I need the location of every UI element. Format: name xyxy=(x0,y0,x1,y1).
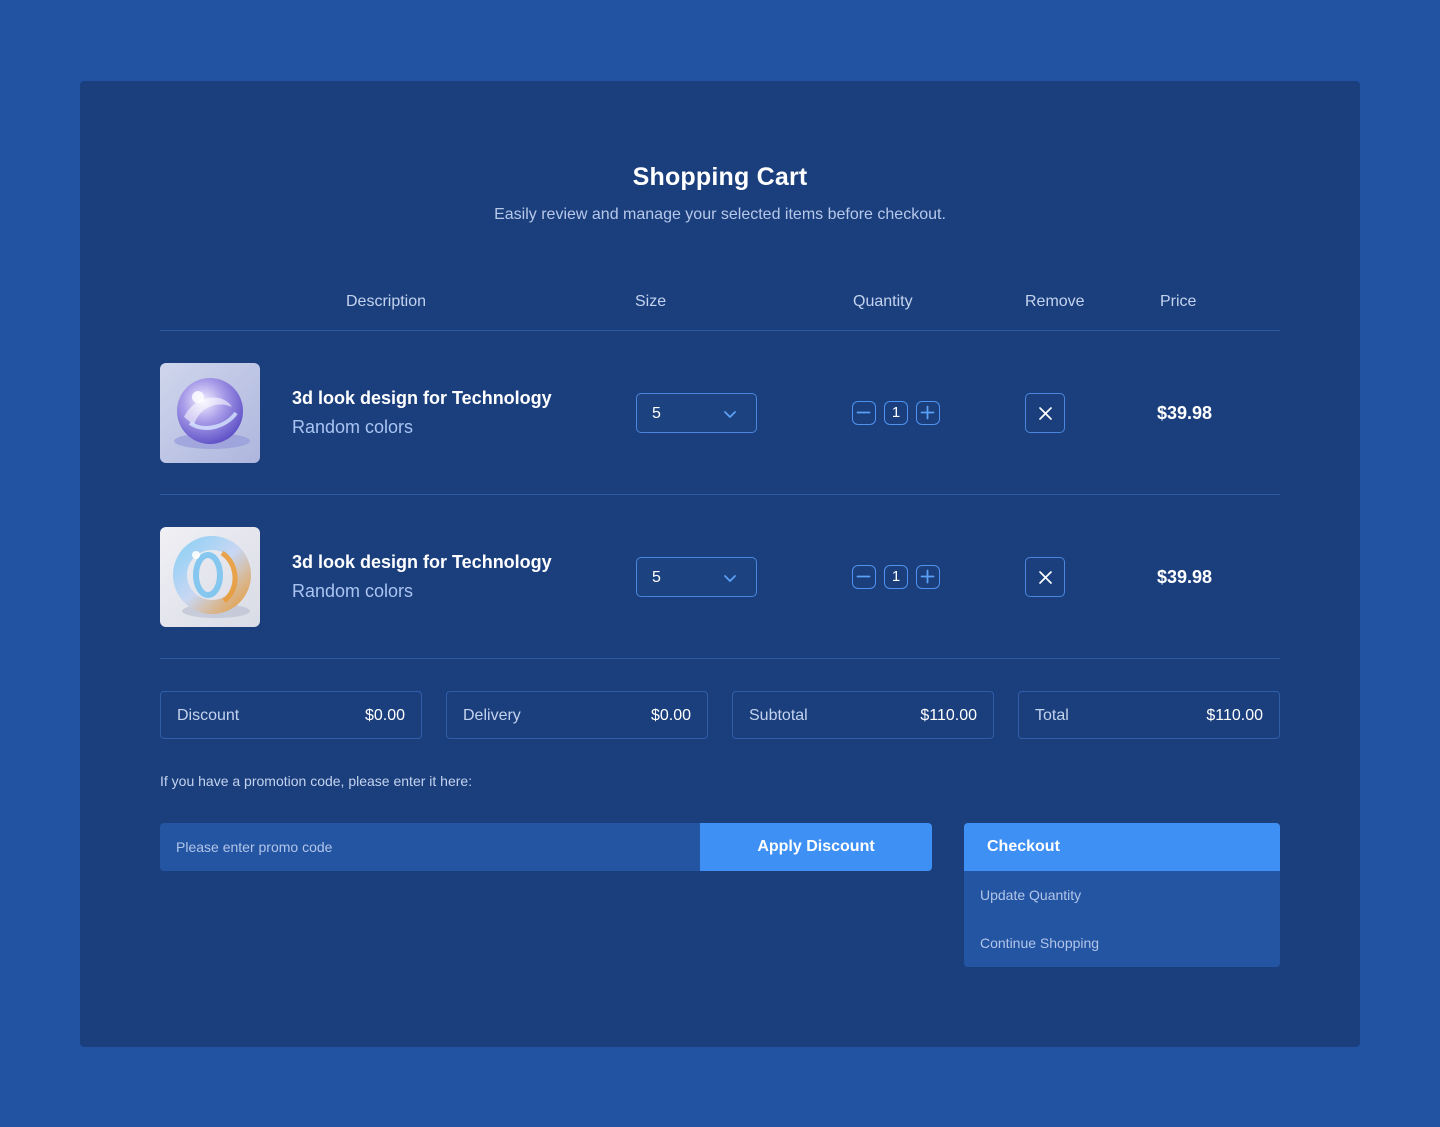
apply-discount-button[interactable]: Apply Discount xyxy=(700,823,932,871)
size-select-value: 5 xyxy=(652,405,661,422)
discount-summary: Discount $0.00 xyxy=(160,691,422,739)
subtotal-summary: Subtotal $110.00 xyxy=(732,691,994,739)
column-header-price: Price xyxy=(1160,293,1197,310)
product-variant: Random colors xyxy=(292,417,414,437)
increase-quantity-button[interactable] xyxy=(916,401,940,425)
close-icon xyxy=(1039,407,1052,420)
promo-prompt: If you have a promotion code, please ent… xyxy=(160,773,473,789)
total-summary: Total $110.00 xyxy=(1018,691,1280,739)
plus-icon xyxy=(920,569,935,584)
minus-icon xyxy=(856,411,871,414)
delivery-summary: Delivery $0.00 xyxy=(446,691,708,739)
update-quantity-link[interactable]: Update Quantity xyxy=(980,887,1081,903)
minus-icon xyxy=(856,575,871,578)
column-header-size: Size xyxy=(635,293,667,310)
product-name: 3d look design for Technology xyxy=(292,388,552,408)
column-header-description: Description xyxy=(346,293,427,310)
chevron-down-icon xyxy=(724,575,736,582)
item-price: $39.98 xyxy=(1157,403,1213,423)
cart-item-row: 3d look design for Technology Random col… xyxy=(160,331,1280,495)
cart-actions-panel: Checkout Update Quantity Continue Shoppi… xyxy=(964,823,1280,967)
quantity-value[interactable]: 1 xyxy=(884,565,908,589)
page-subtitle: Easily review and manage your selected i… xyxy=(494,206,946,223)
glass-ring-image xyxy=(160,527,260,627)
table-header: Description Size Quantity Remove Price xyxy=(160,293,1280,331)
page-title: Shopping Cart xyxy=(632,163,808,191)
column-header-quantity: Quantity xyxy=(853,293,913,310)
cart-item-row: 3d look design for Technology Random col… xyxy=(160,495,1280,659)
glass-sphere-image xyxy=(160,363,260,463)
remove-item-button[interactable] xyxy=(1025,557,1065,597)
continue-shopping-link[interactable]: Continue Shopping xyxy=(980,935,1099,951)
subtotal-label: Subtotal xyxy=(749,707,808,724)
delivery-label: Delivery xyxy=(463,707,521,724)
decrease-quantity-button[interactable] xyxy=(852,565,876,589)
plus-icon xyxy=(920,405,935,420)
chevron-down-icon xyxy=(724,411,736,418)
subtotal-value: $110.00 xyxy=(920,707,977,724)
item-price: $39.98 xyxy=(1157,567,1213,587)
product-name: 3d look design for Technology xyxy=(292,552,552,572)
checkout-button[interactable]: Checkout xyxy=(964,823,1280,871)
shopping-cart-card: Shopping Cart Easily review and manage y… xyxy=(80,81,1360,1047)
promo-code-input[interactable] xyxy=(160,823,701,871)
discount-value: $0.00 xyxy=(364,707,405,724)
delivery-value: $0.00 xyxy=(650,707,691,724)
remove-item-button[interactable] xyxy=(1025,393,1065,433)
product-variant: Random colors xyxy=(292,581,414,601)
size-select[interactable]: 5 xyxy=(636,557,757,597)
total-label: Total xyxy=(1035,707,1069,724)
quantity-value[interactable]: 1 xyxy=(884,401,908,425)
size-select[interactable]: 5 xyxy=(636,393,757,433)
column-header-remove: Remove xyxy=(1025,293,1085,310)
discount-label: Discount xyxy=(177,707,240,724)
size-select-value: 5 xyxy=(652,569,661,586)
decrease-quantity-button[interactable] xyxy=(852,401,876,425)
increase-quantity-button[interactable] xyxy=(916,565,940,589)
total-value: $110.00 xyxy=(1206,707,1263,724)
close-icon xyxy=(1039,571,1052,584)
